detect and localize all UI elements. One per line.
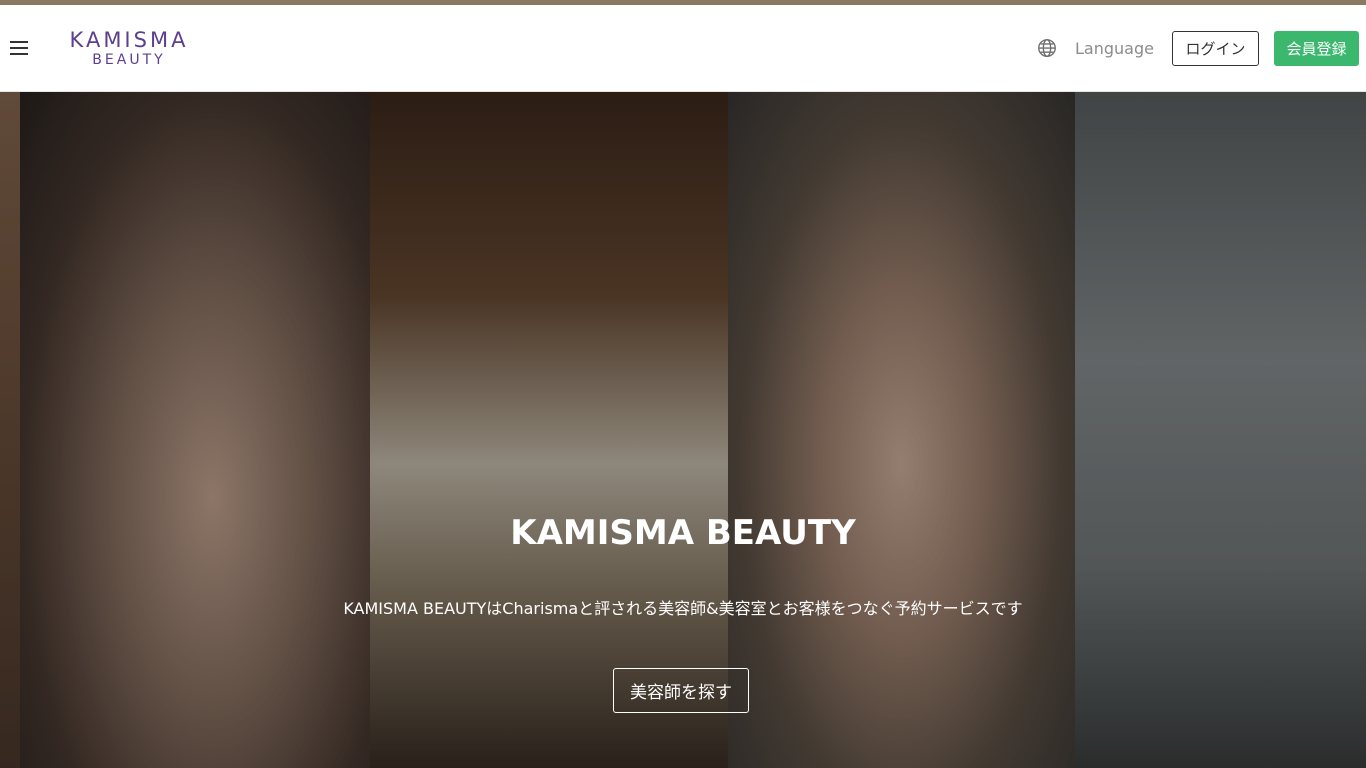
hero-subtitle: KAMISMA BEAUTYはCharismaと評される美容師&美容室とお客様を… (343, 599, 1023, 618)
logo-sub-text: BEAUTY (92, 52, 166, 68)
hamburger-menu-icon[interactable] (10, 41, 28, 55)
hero-dark-overlay (0, 92, 1366, 768)
language-label: Language (1075, 38, 1154, 58)
hero-title: KAMISMA BEAUTY (510, 513, 856, 553)
logo-main-text: KAMISMA (69, 28, 189, 52)
hero-section: KAMISMA BEAUTY KAMISMA BEAUTYはCharismaと評… (0, 92, 1366, 768)
find-stylist-button[interactable]: 美容師を探す (613, 668, 749, 713)
globe-icon (1038, 39, 1056, 57)
language-selector[interactable]: Language (1036, 36, 1154, 60)
site-header: KAMISMA BEAUTY Language ログイン 会員登録 (0, 5, 1366, 92)
site-logo[interactable]: KAMISMA BEAUTY (58, 29, 200, 68)
login-button[interactable]: ログイン (1172, 31, 1259, 66)
signup-button[interactable]: 会員登録 (1274, 31, 1359, 66)
